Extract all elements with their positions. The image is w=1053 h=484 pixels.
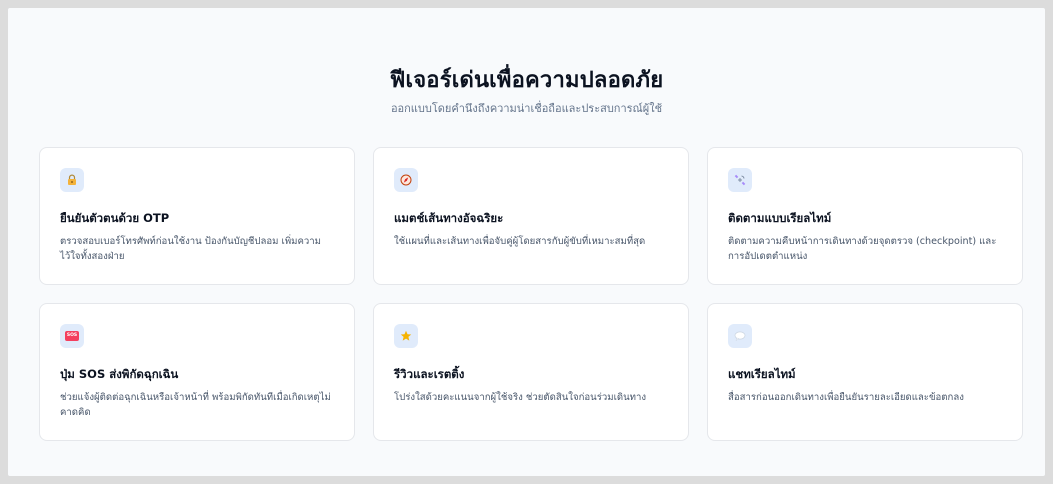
compass-icon [394, 168, 418, 192]
feature-title: รีวิวและเรตติ้ง [394, 367, 465, 381]
satellite-icon [728, 168, 752, 192]
feature-description: สื่อสารก่อนออกเดินทางเพื่อยืนยันรายละเอี… [728, 392, 964, 403]
section-subtitle: ออกแบบโดยคำนึงถึงความน่าเชื่อถือและประสบ… [390, 102, 663, 115]
feature-title: ติดตามแบบเรียลไทม์ [728, 211, 832, 225]
feature-card-sos: SOS ปุ่ม SOS ส่งพิกัดฉุกเฉิน ช่วยแจ้งผู้… [39, 303, 355, 441]
feature-title: แชทเรียลไทม์ [728, 367, 796, 381]
feature-description: ช่วยแจ้งผู้ติดต่อฉุกเฉินหรือเจ้าหน้าที่ … [60, 392, 331, 418]
feature-card-realtime-tracking: ติดตามแบบเรียลไทม์ ติดตามความคืบหน้าการเ… [707, 147, 1023, 285]
feature-card-reviews: รีวิวและเรตติ้ง โปร่งใสด้วยคะแนนจากผู้ใช… [373, 303, 689, 441]
feature-description: ใช้แผนที่และเส้นทางเพื่อจับคู่ผู้โดยสารก… [394, 236, 646, 247]
star-icon [394, 324, 418, 348]
feature-grid: ยืนยันตัวตนด้วย OTP ตรวจสอบเบอร์โทรศัพท์… [39, 147, 1023, 441]
features-section: ฟีเจอร์เด่นเพื่อความปลอดภัย ออกแบบโดยคำน… [8, 8, 1045, 476]
feature-title: ยืนยันตัวตนด้วย OTP [60, 211, 170, 225]
chat-bubble-icon [728, 324, 752, 348]
feature-card-chat: แชทเรียลไทม์ สื่อสารก่อนออกเดินทางเพื่อย… [707, 303, 1023, 441]
feature-title: ปุ่ม SOS ส่งพิกัดฉุกเฉิน [60, 367, 179, 381]
sos-icon: SOS [60, 324, 84, 348]
feature-description: ตรวจสอบเบอร์โทรศัพท์ก่อนใช้งาน ป้องกันบั… [60, 236, 321, 262]
lock-icon [60, 168, 84, 192]
feature-title: แมตช์เส้นทางอัจฉริยะ [394, 211, 504, 225]
feature-card-route-match: แมตช์เส้นทางอัจฉริยะ ใช้แผนที่และเส้นทาง… [373, 147, 689, 285]
section-title: ฟีเจอร์เด่นเพื่อความปลอดภัย [389, 68, 664, 93]
sos-icon-label: SOS [65, 331, 79, 341]
feature-description: โปร่งใสด้วยคะแนนจากผู้ใช้จริง ช่วยตัดสิน… [394, 392, 647, 403]
feature-card-otp: ยืนยันตัวตนด้วย OTP ตรวจสอบเบอร์โทรศัพท์… [39, 147, 355, 285]
feature-description: ติดตามความคืบหน้าการเดินทางด้วยจุดตรวจ (… [728, 236, 997, 262]
